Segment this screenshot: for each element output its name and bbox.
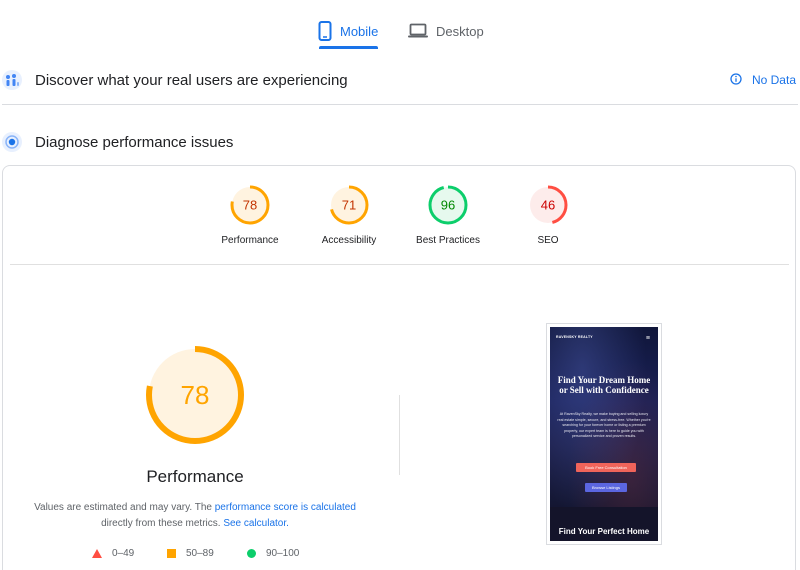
device-tabs: Mobile Desktop — [0, 14, 800, 49]
screenshot-logo: RAVENSKY REALTY — [556, 335, 593, 339]
gauge-best-practices[interactable]: 96 Best Practices — [408, 185, 488, 246]
performance-title: Performance — [146, 467, 244, 486]
screenshot-screen: RAVENSKY REALTY ≡ Find Your Dream Home o… — [550, 327, 658, 541]
gauge-ring: 96 — [428, 185, 468, 225]
gauges-divider — [10, 264, 789, 265]
gauge-ring: 71 — [329, 185, 369, 225]
square-icon — [167, 549, 176, 558]
info-icon — [730, 72, 742, 88]
tab-mobile[interactable]: Mobile — [318, 14, 379, 49]
gauge-label: Best Practices — [416, 235, 480, 246]
screenshot-nav: RAVENSKY REALTY ≡ — [556, 335, 652, 345]
gauge-label: Accessibility — [321, 235, 377, 246]
legend-fail-label: 0–49 — [112, 548, 135, 559]
note-text-2: directly from these metrics. — [101, 518, 221, 529]
lab-data-section: Diagnose performance issues — [0, 122, 800, 162]
hamburger-menu-icon: ≡ — [645, 335, 650, 342]
legend-pass-label: 90–100 — [266, 548, 300, 559]
smartphone-icon — [318, 21, 332, 41]
performance-gauge-large: 78 — [145, 345, 245, 445]
screenshot-primary-button: Book Free Consultation — [576, 463, 636, 472]
diagnose-icon — [2, 132, 22, 152]
gauge-seo[interactable]: 46 SEO — [508, 185, 588, 246]
legend-fail: 0–49 — [92, 548, 134, 559]
screenshot-bottom-heading: Find Your Perfect Home — [558, 527, 650, 536]
gauge-label: Performance — [221, 235, 279, 246]
no-data-link[interactable]: No Data — [730, 72, 796, 88]
users-data-icon — [2, 70, 22, 90]
screenshot-heading: Find Your Dream Home or Sell with Confid… — [557, 375, 651, 395]
score-gauges: 78 Performance 71 Accessibility 96 Best … — [0, 185, 800, 255]
gauge-label: SEO — [537, 235, 559, 246]
section-divider — [2, 104, 798, 105]
vertical-divider — [399, 395, 400, 475]
gauge-accessibility[interactable]: 71 Accessibility — [309, 185, 389, 246]
tab-desktop-label: Desktop — [436, 23, 484, 39]
gauge-ring: 78 — [230, 185, 270, 225]
lab-data-title: Diagnose performance issues — [35, 133, 234, 151]
gauge-ring: 46 — [528, 185, 568, 225]
page-screenshot-thumbnail[interactable]: RAVENSKY REALTY ≡ Find Your Dream Home o… — [546, 323, 662, 545]
no-data-label: No Data — [751, 73, 796, 87]
note-text-1: Values are estimated and may vary. The — [34, 502, 212, 513]
gauge-value: 71 — [342, 198, 356, 213]
screenshot-secondary-button: Browse Listings — [585, 483, 627, 492]
laptop-icon — [408, 23, 428, 39]
gauge-performance[interactable]: 78 Performance — [210, 185, 290, 246]
gauge-value: 78 — [243, 198, 257, 213]
see-calculator-link[interactable]: See calculator. — [223, 518, 289, 529]
legend-average: 50–89 — [167, 548, 214, 559]
tab-desktop[interactable]: Desktop — [408, 14, 484, 48]
estimate-note: Values are estimated and may vary. The p… — [20, 500, 370, 532]
field-data-title: Discover what your real users are experi… — [35, 71, 348, 89]
circle-icon — [247, 549, 256, 558]
gauge-value: 46 — [541, 198, 555, 213]
legend-pass: 90–100 — [247, 548, 299, 559]
screenshot-body: At RavenSky Realty, we make buying and s… — [557, 412, 651, 438]
field-data-section: Discover what your real users are experi… — [0, 60, 800, 100]
triangle-icon — [92, 549, 102, 558]
legend-average-label: 50–89 — [186, 548, 214, 559]
gauge-value: 96 — [441, 198, 455, 213]
performance-score-value: 78 — [181, 380, 210, 410]
performance-score-link[interactable]: performance score is calculated — [215, 502, 356, 513]
tab-mobile-label: Mobile — [340, 23, 379, 39]
